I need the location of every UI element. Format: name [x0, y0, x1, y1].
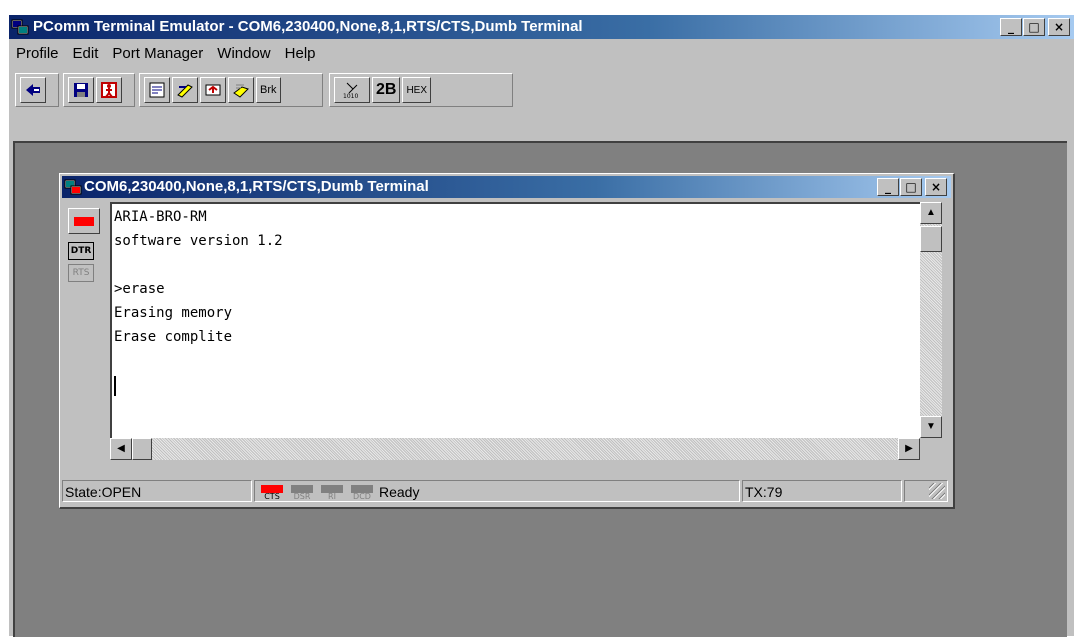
- save-button[interactable]: [68, 77, 94, 103]
- terminal-line: >erase: [114, 281, 165, 297]
- maximize-icon: □: [1028, 20, 1040, 34]
- menu-profile[interactable]: Profile: [9, 41, 66, 67]
- arrow-up-icon: ▲: [926, 207, 936, 218]
- terminal-title-bar[interactable]: COM6,230400,None,8,1,RTS/CTS,Dumb Termin…: [62, 176, 951, 198]
- minimize-button[interactable]: _: [1000, 18, 1022, 36]
- receive-file-button[interactable]: [200, 77, 226, 103]
- menu-window[interactable]: Window: [210, 41, 277, 67]
- open-session-icon: [26, 84, 40, 96]
- status-message: Ready: [379, 484, 420, 500]
- app-window: PComm Terminal Emulator - COM6,230400,No…: [8, 14, 1074, 637]
- tx-panel: TX:79: [742, 480, 902, 502]
- terminal-line: Erasing memory: [114, 305, 233, 321]
- pcomm-app-icon: [11, 19, 29, 35]
- dsr-label: DSR: [293, 492, 311, 501]
- app-title: PComm Terminal Emulator - COM6,230400,No…: [33, 18, 583, 35]
- state-panel: State:OPEN: [62, 480, 252, 502]
- resize-grip-icon[interactable]: [929, 483, 945, 499]
- horizontal-scrollbar[interactable]: ◀ ▶: [110, 438, 920, 460]
- cts-label: CTS: [264, 492, 280, 501]
- open-session-button[interactable]: [20, 77, 46, 103]
- vertical-scrollbar[interactable]: ▲ ▼: [920, 202, 942, 438]
- text-cursor: [114, 376, 116, 396]
- terminal-line: software version 1.2: [114, 233, 283, 249]
- terminal-minimize-button[interactable]: _: [877, 178, 899, 196]
- scroll-down-button[interactable]: ▼: [920, 416, 942, 438]
- toolbar-group-open: [15, 73, 59, 107]
- terminal-window: COM6,230400,None,8,1,RTS/CTS,Dumb Termin…: [59, 173, 955, 509]
- scroll-up-button[interactable]: ▲: [920, 202, 942, 224]
- binary-view-button[interactable]: 1010: [334, 77, 370, 103]
- cts-indicator: CTS: [259, 483, 285, 501]
- save-icon: [74, 83, 88, 97]
- transfer-icon: [233, 84, 249, 98]
- horizontal-scroll-thumb[interactable]: [132, 438, 152, 460]
- grip-panel: [904, 480, 948, 502]
- status-bar: State:OPEN CTS DSR RI DCD Ready TX:79: [62, 480, 951, 504]
- connection-led-button[interactable]: [68, 208, 100, 234]
- send-file-button[interactable]: [172, 77, 198, 103]
- dcd-label: DCD: [353, 492, 371, 501]
- close-button[interactable]: ×: [1048, 18, 1070, 36]
- exit-icon: [101, 82, 117, 98]
- arrow-left-icon: ◀: [117, 443, 125, 454]
- close-icon: ×: [1053, 20, 1065, 34]
- two-byte-button[interactable]: 2B: [372, 77, 401, 103]
- scroll-right-button[interactable]: ▶: [898, 438, 920, 460]
- app-title-bar[interactable]: PComm Terminal Emulator - COM6,230400,No…: [9, 15, 1074, 39]
- binary-view-icon: 1010: [343, 82, 358, 99]
- signal-panel: CTS DSR RI DCD Ready: [254, 480, 740, 502]
- state-text: State:OPEN: [65, 484, 142, 500]
- dcd-indicator: DCD: [349, 483, 375, 501]
- arrow-down-icon: ▼: [926, 421, 936, 432]
- ri-label: RI: [328, 492, 336, 501]
- menu-help[interactable]: Help: [278, 41, 323, 67]
- terminal-screen[interactable]: ARIA-BRO-RM software version 1.2 >erase …: [110, 202, 920, 438]
- terminal-title: COM6,230400,None,8,1,RTS/CTS,Dumb Termin…: [84, 178, 429, 195]
- terminal-line: ARIA-BRO-RM: [114, 209, 207, 225]
- properties-icon: [149, 82, 165, 98]
- svg-text:1010: 1010: [343, 93, 358, 99]
- connection-led-icon: [74, 217, 94, 226]
- transfer-button[interactable]: [228, 77, 254, 103]
- vertical-scroll-thumb[interactable]: [920, 226, 942, 252]
- terminal-window-icon: [64, 179, 82, 195]
- terminal-output: ARIA-BRO-RM software version 1.2 >erase …: [114, 206, 283, 350]
- toolbar: Brk 1010 2B HEX: [11, 69, 1074, 107]
- menu-edit[interactable]: Edit: [66, 41, 106, 67]
- receive-file-icon: [205, 84, 221, 96]
- rts-toggle[interactable]: RTS: [68, 264, 94, 282]
- scroll-left-button[interactable]: ◀: [110, 438, 132, 460]
- maximize-icon: □: [905, 180, 917, 194]
- terminal-line: Erase complite: [114, 329, 233, 345]
- minimize-icon: _: [885, 180, 891, 194]
- menu-bar: Profile Edit Port Manager Window Help: [9, 41, 323, 67]
- hex-button[interactable]: HEX: [402, 77, 432, 103]
- exit-button[interactable]: [96, 77, 122, 103]
- dtr-toggle[interactable]: DTR: [68, 242, 94, 260]
- line-control-panel: DTR RTS: [64, 202, 108, 442]
- terminal-close-button[interactable]: ×: [925, 178, 947, 196]
- close-icon: ×: [930, 180, 942, 194]
- break-button[interactable]: Brk: [256, 77, 281, 103]
- toolbar-group-file: [63, 73, 135, 107]
- mdi-workspace: COM6,230400,None,8,1,RTS/CTS,Dumb Termin…: [13, 141, 1067, 637]
- tx-counter: TX:79: [745, 484, 783, 500]
- properties-button[interactable]: [144, 77, 170, 103]
- menu-port-manager[interactable]: Port Manager: [105, 41, 210, 67]
- send-file-icon: [177, 84, 193, 98]
- dsr-indicator: DSR: [289, 483, 315, 501]
- minimize-icon: _: [1008, 20, 1014, 34]
- ri-indicator: RI: [319, 483, 345, 501]
- maximize-button[interactable]: □: [1023, 18, 1045, 36]
- terminal-maximize-button[interactable]: □: [900, 178, 922, 196]
- toolbar-group-tools: Brk: [139, 73, 323, 107]
- toolbar-group-view: 1010 2B HEX: [329, 73, 513, 107]
- arrow-right-icon: ▶: [905, 443, 913, 454]
